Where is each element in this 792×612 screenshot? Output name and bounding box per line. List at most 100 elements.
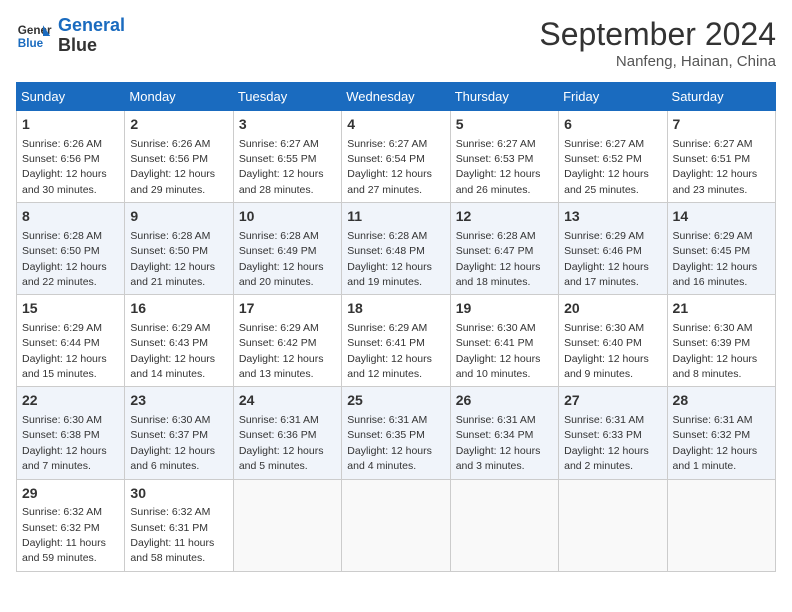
- day-number: 16: [130, 299, 227, 319]
- day-number: 21: [673, 299, 770, 319]
- day-number: 20: [564, 299, 661, 319]
- day-number: 24: [239, 391, 336, 411]
- calendar-cell: 25 Sunrise: 6:31 AMSunset: 6:35 PMDayligh…: [342, 387, 450, 479]
- calendar-week-row: 29Sunrise: 6:32 AMSunset: 6:32 PMDayligh…: [17, 479, 776, 571]
- day-number: 1: [22, 115, 119, 135]
- day-info: Sunrise: 6:31 AMSunset: 6:36 PMDaylight:…: [239, 414, 324, 472]
- day-info: Sunrise: 6:29 AMSunset: 6:41 PMDaylight:…: [347, 322, 432, 380]
- day-info: Sunrise: 6:31 AMSunset: 6:35 PMDaylight:…: [347, 414, 432, 472]
- calendar-cell: [559, 479, 667, 571]
- calendar-week-row: 22 Sunrise: 6:30 AMSunset: 6:38 PMDayligh…: [17, 387, 776, 479]
- calendar-cell: [342, 479, 450, 571]
- calendar-cell: 24 Sunrise: 6:31 AMSunset: 6:36 PMDayligh…: [233, 387, 341, 479]
- calendar-cell: 13 Sunrise: 6:29 AMSunset: 6:46 PMDayligh…: [559, 203, 667, 295]
- day-info: Sunrise: 6:30 AMSunset: 6:40 PMDaylight:…: [564, 322, 649, 380]
- day-info: Sunrise: 6:27 AMSunset: 6:54 PMDaylight:…: [347, 138, 432, 196]
- header-monday: Monday: [125, 83, 233, 111]
- calendar-cell: 3 Sunrise: 6:27 AMSunset: 6:55 PMDaylight…: [233, 111, 341, 203]
- calendar-cell: 23 Sunrise: 6:30 AMSunset: 6:37 PMDayligh…: [125, 387, 233, 479]
- calendar-cell: 2 Sunrise: 6:26 AMSunset: 6:56 PMDaylight…: [125, 111, 233, 203]
- day-info: Sunrise: 6:29 AMSunset: 6:42 PMDaylight:…: [239, 322, 324, 380]
- svg-text:Blue: Blue: [18, 37, 44, 50]
- day-number: 29: [22, 484, 119, 504]
- calendar-cell: 16 Sunrise: 6:29 AMSunset: 6:43 PMDayligh…: [125, 295, 233, 387]
- day-number: 7: [673, 115, 770, 135]
- calendar-week-row: 15 Sunrise: 6:29 AMSunset: 6:44 PMDayligh…: [17, 295, 776, 387]
- day-number: 25: [347, 391, 444, 411]
- calendar-cell: 17 Sunrise: 6:29 AMSunset: 6:42 PMDayligh…: [233, 295, 341, 387]
- day-number: 15: [22, 299, 119, 319]
- calendar-cell: 18 Sunrise: 6:29 AMSunset: 6:41 PMDayligh…: [342, 295, 450, 387]
- calendar-cell: 5Sunrise: 6:27 AMSunset: 6:53 PMDaylight…: [450, 111, 558, 203]
- day-info: Sunrise: 6:28 AMSunset: 6:47 PMDaylight:…: [456, 230, 541, 288]
- calendar-cell: 12 Sunrise: 6:28 AMSunset: 6:47 PMDayligh…: [450, 203, 558, 295]
- calendar-cell: 15 Sunrise: 6:29 AMSunset: 6:44 PMDayligh…: [17, 295, 125, 387]
- day-number: 22: [22, 391, 119, 411]
- day-info: Sunrise: 6:28 AMSunset: 6:50 PMDaylight:…: [22, 230, 107, 288]
- calendar-cell: [450, 479, 558, 571]
- logo: General Blue GeneralBlue: [16, 16, 125, 56]
- title-block: September 2024 Nanfeng, Hainan, China: [539, 16, 776, 70]
- day-info: Sunrise: 6:31 AMSunset: 6:34 PMDaylight:…: [456, 414, 541, 472]
- calendar-cell: 30Sunrise: 6:32 AMSunset: 6:31 PMDayligh…: [125, 479, 233, 571]
- day-number: 3: [239, 115, 336, 135]
- header-wednesday: Wednesday: [342, 83, 450, 111]
- day-info: Sunrise: 6:29 AMSunset: 6:44 PMDaylight:…: [22, 322, 107, 380]
- page-header: General Blue GeneralBlue September 2024 …: [16, 16, 776, 70]
- calendar-cell: 29Sunrise: 6:32 AMSunset: 6:32 PMDayligh…: [17, 479, 125, 571]
- day-info: Sunrise: 6:26 AMSunset: 6:56 PMDaylight:…: [130, 138, 215, 196]
- calendar-cell: 22 Sunrise: 6:30 AMSunset: 6:38 PMDayligh…: [17, 387, 125, 479]
- day-number: 2: [130, 115, 227, 135]
- header-tuesday: Tuesday: [233, 83, 341, 111]
- location: Nanfeng, Hainan, China: [539, 53, 776, 70]
- calendar-cell: 26Sunrise: 6:31 AMSunset: 6:34 PMDayligh…: [450, 387, 558, 479]
- day-number: 8: [22, 207, 119, 227]
- calendar-week-row: 8 Sunrise: 6:28 AMSunset: 6:50 PMDaylight…: [17, 203, 776, 295]
- day-number: 30: [130, 484, 227, 504]
- day-info: Sunrise: 6:32 AMSunset: 6:31 PMDaylight:…: [130, 506, 214, 564]
- calendar-cell: 6Sunrise: 6:27 AMSunset: 6:52 PMDaylight…: [559, 111, 667, 203]
- header-saturday: Saturday: [667, 83, 775, 111]
- day-info: Sunrise: 6:32 AMSunset: 6:32 PMDaylight:…: [22, 506, 106, 564]
- day-info: Sunrise: 6:29 AMSunset: 6:46 PMDaylight:…: [564, 230, 649, 288]
- day-number: 23: [130, 391, 227, 411]
- logo-text: GeneralBlue: [58, 16, 125, 56]
- day-info: Sunrise: 6:28 AMSunset: 6:50 PMDaylight:…: [130, 230, 215, 288]
- day-number: 12: [456, 207, 553, 227]
- day-number: 19: [456, 299, 553, 319]
- day-info: Sunrise: 6:27 AMSunset: 6:51 PMDaylight:…: [673, 138, 758, 196]
- calendar-cell: 21 Sunrise: 6:30 AMSunset: 6:39 PMDayligh…: [667, 295, 775, 387]
- day-info: Sunrise: 6:29 AMSunset: 6:45 PMDaylight:…: [673, 230, 758, 288]
- calendar-cell: 27Sunrise: 6:31 AMSunset: 6:33 PMDayligh…: [559, 387, 667, 479]
- day-info: Sunrise: 6:28 AMSunset: 6:48 PMDaylight:…: [347, 230, 432, 288]
- month-title: September 2024: [539, 16, 776, 53]
- day-info: Sunrise: 6:30 AMSunset: 6:37 PMDaylight:…: [130, 414, 215, 472]
- calendar-cell: 28 Sunrise: 6:31 AMSunset: 6:32 PMDayligh…: [667, 387, 775, 479]
- day-info: Sunrise: 6:31 AMSunset: 6:32 PMDaylight:…: [673, 414, 758, 472]
- day-info: Sunrise: 6:31 AMSunset: 6:33 PMDaylight:…: [564, 414, 649, 472]
- day-number: 18: [347, 299, 444, 319]
- day-number: 10: [239, 207, 336, 227]
- calendar-cell: 10Sunrise: 6:28 AMSunset: 6:49 PMDayligh…: [233, 203, 341, 295]
- calendar-cell: 19Sunrise: 6:30 AMSunset: 6:41 PMDayligh…: [450, 295, 558, 387]
- header-friday: Friday: [559, 83, 667, 111]
- header-thursday: Thursday: [450, 83, 558, 111]
- day-info: Sunrise: 6:26 AMSunset: 6:56 PMDaylight:…: [22, 138, 107, 196]
- day-number: 28: [673, 391, 770, 411]
- calendar-cell: 1 Sunrise: 6:26 AMSunset: 6:56 PMDaylight…: [17, 111, 125, 203]
- day-number: 17: [239, 299, 336, 319]
- day-info: Sunrise: 6:27 AMSunset: 6:55 PMDaylight:…: [239, 138, 324, 196]
- header-sunday: Sunday: [17, 83, 125, 111]
- logo-icon: General Blue: [16, 18, 52, 54]
- day-info: Sunrise: 6:30 AMSunset: 6:38 PMDaylight:…: [22, 414, 107, 472]
- day-number: 4: [347, 115, 444, 135]
- calendar-cell: 8 Sunrise: 6:28 AMSunset: 6:50 PMDaylight…: [17, 203, 125, 295]
- day-number: 14: [673, 207, 770, 227]
- day-info: Sunrise: 6:27 AMSunset: 6:52 PMDaylight:…: [564, 138, 649, 196]
- day-info: Sunrise: 6:29 AMSunset: 6:43 PMDaylight:…: [130, 322, 215, 380]
- day-number: 5: [456, 115, 553, 135]
- calendar-week-row: 1 Sunrise: 6:26 AMSunset: 6:56 PMDaylight…: [17, 111, 776, 203]
- day-info: Sunrise: 6:30 AMSunset: 6:39 PMDaylight:…: [673, 322, 758, 380]
- day-number: 13: [564, 207, 661, 227]
- calendar-cell: 20 Sunrise: 6:30 AMSunset: 6:40 PMDayligh…: [559, 295, 667, 387]
